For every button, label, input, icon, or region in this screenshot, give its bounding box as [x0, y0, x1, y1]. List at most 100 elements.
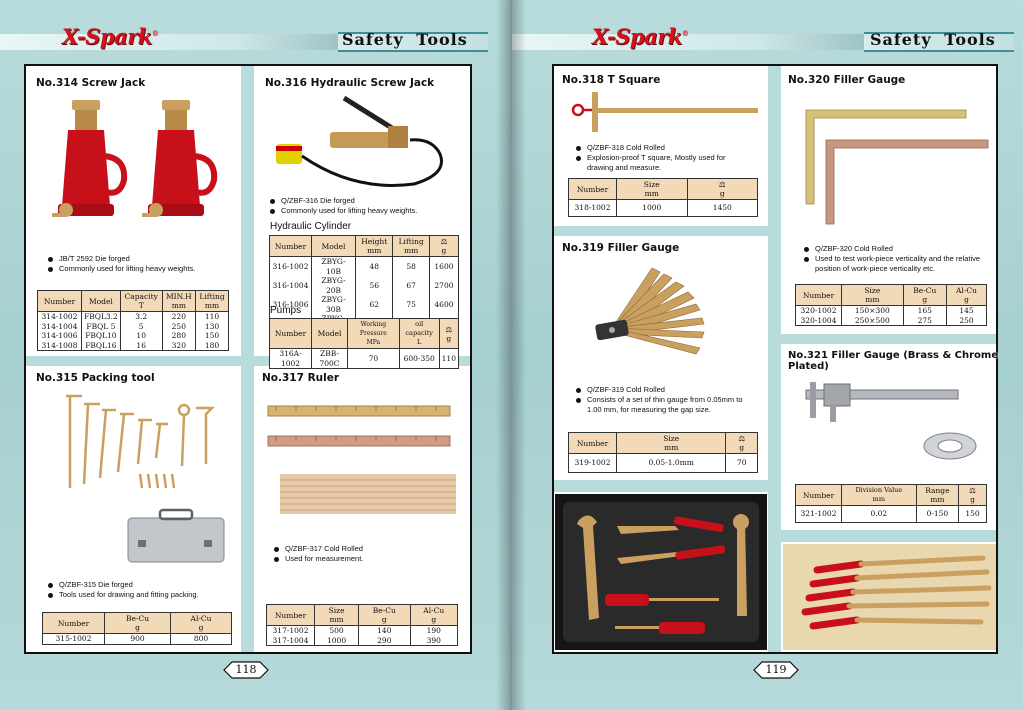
- col-header: Working Pressure MPa: [347, 318, 400, 349]
- col-header: Al-Cu g: [409, 604, 459, 626]
- table-row: 317-1004 1000 290 390: [266, 635, 459, 646]
- vernier-caliper-image: [805, 382, 977, 460]
- col-header: Range mm: [915, 484, 960, 506]
- notes-320: Q/ZBF-320 Cold Rolled Used to test work-…: [804, 244, 980, 274]
- horizontal-gutter: [554, 480, 769, 492]
- horizontal-gutter: [554, 226, 769, 236]
- horizontal-gutter: [781, 530, 996, 542]
- col-header: Number: [269, 318, 312, 349]
- subheading-pumps: Pumps: [270, 305, 302, 316]
- brand-logo: X-Spark®: [592, 24, 689, 49]
- table-row: 314-1006 FBQL10 10 280 150: [37, 331, 229, 341]
- notes-316: Q/ZBF-316 Die forged Commonly used for l…: [270, 196, 417, 216]
- ruler-image: [267, 405, 456, 514]
- col-header: Size mm: [841, 284, 904, 306]
- note-item: Consists of a set of thin gauge from 0.0…: [576, 395, 743, 405]
- section-title-316: No.316 Hydraulic Screw Jack: [265, 77, 435, 89]
- col-header-weight: ⚖ g: [428, 235, 460, 257]
- col-header: Model: [311, 235, 356, 257]
- page-header-title: Safety Tools: [342, 30, 468, 49]
- scale-icon: ⚖: [738, 434, 746, 443]
- note-item: JB/T 2592 Die forged: [48, 254, 195, 264]
- col-header: Al-Cu g: [170, 612, 232, 634]
- col-header: Capacity T: [119, 290, 163, 312]
- col-header: Division Value mm: [841, 484, 917, 506]
- spec-table-319: Number Size mm ⚖ g 319-1002 0.05-1.0mm 70: [568, 432, 758, 473]
- spec-table-316-pumps: Number Model Working Pressure MPa oil cap…: [269, 318, 460, 369]
- col-header: Be-Cu g: [103, 612, 172, 634]
- page-number-right: 119: [752, 660, 800, 680]
- col-header: Al-Cu g: [945, 284, 988, 306]
- table-row: 321-1002 0.02 0-150 150: [795, 505, 987, 523]
- table-row: 316A-1002 ZBB-700C 70 600-350 110: [269, 348, 460, 369]
- left-page: X-Spark® Safety Tools No.314 Screw Jack …: [0, 0, 510, 710]
- book-spine-shadow: [496, 0, 526, 710]
- table-row: 316-1002 ZBYG-10B 48 58 1600: [269, 256, 460, 276]
- col-header: Size mm: [313, 604, 360, 626]
- scale-icon: ⚖: [969, 486, 976, 495]
- t-square-image: [571, 92, 758, 132]
- col-header: Size mm: [616, 178, 688, 200]
- note-item: Tools used for drawing and fitting packi…: [48, 590, 199, 600]
- brand-logo: X-Spark®: [62, 24, 159, 49]
- spec-table-318: Number Size mm ⚖ g 318-1002 1000 1450: [568, 178, 758, 217]
- note-item: Explosion-proof T square, Mostly used fo…: [576, 153, 726, 163]
- tool-kit-photo: [555, 494, 767, 650]
- right-page: X-Spark® Safety Tools No.318 T Square Q/…: [512, 0, 1023, 710]
- section-title-315: No.315 Packing tool: [36, 372, 155, 384]
- vertical-gutter: [768, 66, 781, 652]
- note-item: drawing and measure.: [587, 163, 662, 172]
- col-header: MIN.H mm: [161, 290, 197, 312]
- note-item: Q/ZBF-319 Cold Rolled: [576, 385, 743, 395]
- note-item: Commonly used for lifting heavy weights.: [270, 206, 417, 216]
- notes-318: Q/ZBF-318 Cold Rolled Explosion-proof T …: [576, 143, 726, 173]
- col-header: Number: [795, 284, 842, 306]
- col-header-weight: ⚖ g: [725, 432, 758, 454]
- col-header: Lifting mm: [195, 290, 229, 312]
- col-header-weight: ⚖ g: [686, 178, 758, 200]
- page-header-title: Safety Tools: [870, 30, 996, 49]
- chisel-set-photo: [783, 544, 996, 650]
- table-row: 316-1004 ZBYG-20B 56 67 2700: [269, 276, 460, 295]
- col-header: Size mm: [615, 432, 727, 454]
- section-title-321: No.321 Filler Gauge (Brass & Chrome Plat…: [788, 350, 999, 372]
- table-row: 314-1008 FBQL16 16 320 180: [37, 340, 229, 351]
- col-header: Number: [568, 432, 617, 454]
- notes-315: Q/ZBF-315 Die forged Tools used for draw…: [48, 580, 199, 600]
- spec-table-317: Number Size mm Be-Cu g Al-Cu g 317-1002 500 1…: [266, 604, 459, 646]
- notes-317: Q/ZBF-317 Cold Rolled Used for measureme…: [274, 544, 363, 564]
- col-header-weight: ⚖ g: [438, 318, 460, 349]
- screw-jack-image: [52, 100, 218, 217]
- note-item: position of work-piece verticality etc.: [815, 264, 936, 273]
- col-header: Number: [269, 235, 312, 257]
- col-header: Number: [37, 290, 82, 312]
- col-header: oil capacity L: [398, 318, 440, 349]
- spec-table-321: Number Division Value mm Range mm ⚖ g 321-1…: [795, 484, 987, 523]
- spec-table-315: Number Be-Cu g Al-Cu g 315-1002 900 800: [42, 612, 232, 645]
- note-item: Q/ZBF-318 Cold Rolled: [576, 143, 726, 153]
- horizontal-gutter: [781, 334, 996, 344]
- col-header: Number: [42, 612, 105, 634]
- note-item: Q/ZBF-315 Die forged: [48, 580, 199, 590]
- packing-tool-image: [66, 394, 225, 563]
- spec-table-320: Number Size mm Be-Cu g Al-Cu g 320-1002 150×…: [795, 284, 988, 326]
- table-row: 314-1002 FBQL3.2 3.2 220 110: [37, 311, 229, 322]
- section-title-318: No.318 T Square: [562, 74, 661, 86]
- table-row: 317-1002 500 140 190: [266, 625, 459, 636]
- col-header: Number: [568, 178, 617, 200]
- col-header-weight: ⚖ g: [958, 484, 987, 506]
- table-row: 315-1002 900 800: [42, 633, 232, 645]
- section-title-317: No.317 Ruler: [262, 372, 340, 384]
- header-band: [0, 34, 338, 50]
- table-row: 320-1004 250×500 275 250: [795, 315, 988, 326]
- table-row: 319-1002 0.05-1.0mm 70: [568, 453, 758, 473]
- note-item: Q/ZBF-317 Cold Rolled: [274, 544, 363, 554]
- page-number-left: 118: [222, 660, 270, 680]
- subheading-hydraulic-cylinder: Hydraulic Cylinder: [270, 221, 352, 232]
- section-title-319: No.319 Filler Gauge: [562, 242, 680, 254]
- table-row: 314-1004 FBQL 5 5 250 130: [37, 321, 229, 331]
- note-item: Q/ZBF-320 Cold Rolled: [804, 244, 980, 254]
- note-item: Used for measurement.: [274, 554, 363, 564]
- section-title-314: No.314 Screw Jack: [36, 77, 146, 89]
- col-header: Lifting mm: [392, 235, 430, 257]
